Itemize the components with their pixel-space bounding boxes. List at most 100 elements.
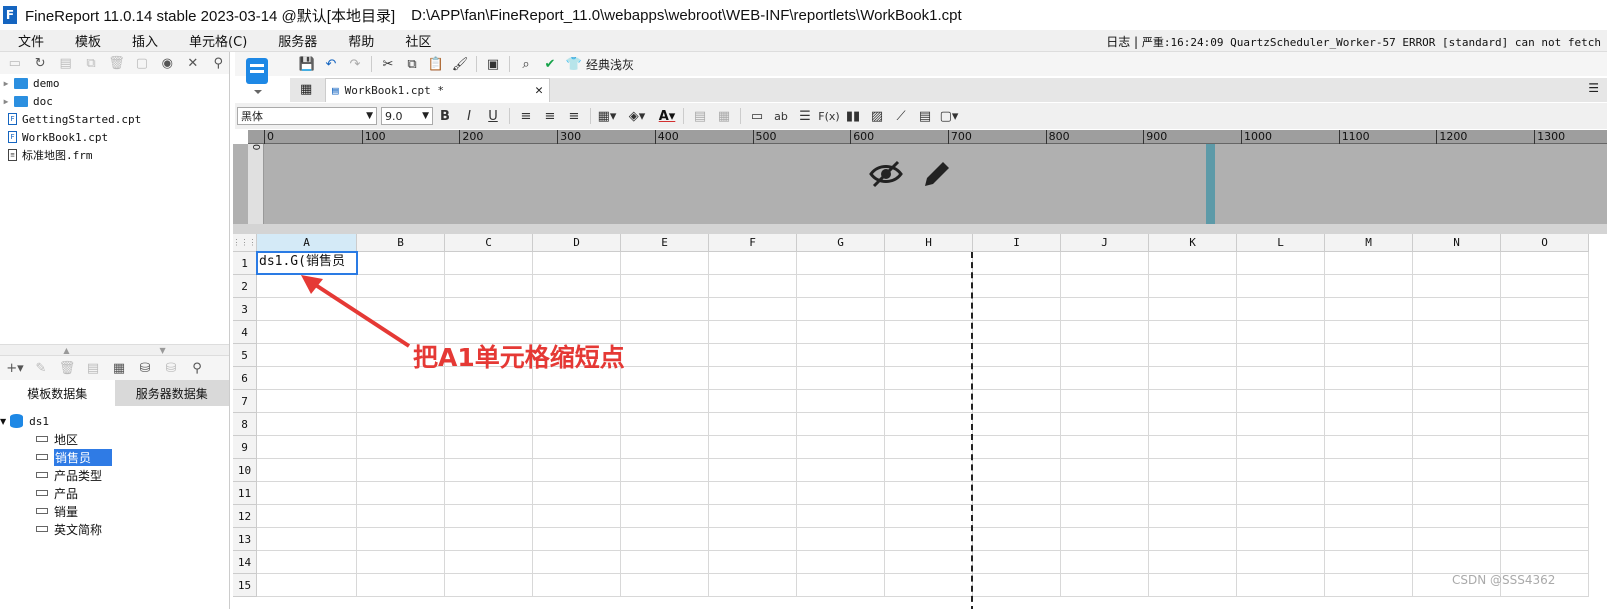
- cell-D1[interactable]: [533, 252, 621, 275]
- cell-E6[interactable]: [621, 367, 709, 390]
- cell-K15[interactable]: [1149, 574, 1237, 597]
- cell-E8[interactable]: [621, 413, 709, 436]
- cell-F1[interactable]: [709, 252, 797, 275]
- splitter[interactable]: ▲ ▼: [0, 344, 229, 356]
- cell-H4[interactable]: [885, 321, 973, 344]
- cell-K11[interactable]: [1149, 482, 1237, 505]
- menu-server[interactable]: 服务器: [260, 31, 330, 50]
- row-header-10[interactable]: 10: [233, 459, 257, 482]
- row-header-6[interactable]: 6: [233, 367, 257, 390]
- cell-J6[interactable]: [1061, 367, 1149, 390]
- cell-E9[interactable]: [621, 436, 709, 459]
- cell-G2[interactable]: [797, 275, 885, 298]
- merge-icon[interactable]: ▤: [688, 106, 712, 126]
- cell-H10[interactable]: [885, 459, 973, 482]
- cell-C12[interactable]: [445, 505, 533, 528]
- cell-H8[interactable]: [885, 413, 973, 436]
- column-header-E[interactable]: E: [621, 234, 709, 252]
- cell-G15[interactable]: [797, 574, 885, 597]
- font-family-select[interactable]: 黑体 ▼: [237, 107, 377, 125]
- italic-icon[interactable]: I: [457, 106, 481, 126]
- cell-G10[interactable]: [797, 459, 885, 482]
- new-template-icon[interactable]: [240, 54, 276, 98]
- cell-C11[interactable]: [445, 482, 533, 505]
- cell-E1[interactable]: [621, 252, 709, 275]
- save-icon[interactable]: 💾: [295, 54, 319, 74]
- row-header-8[interactable]: 8: [233, 413, 257, 436]
- cell-N3[interactable]: [1413, 298, 1501, 321]
- cell-H13[interactable]: [885, 528, 973, 551]
- cell-H2[interactable]: [885, 275, 973, 298]
- rename-icon[interactable]: ▢: [131, 53, 152, 73]
- cell-G5[interactable]: [797, 344, 885, 367]
- cell-D7[interactable]: [533, 390, 621, 413]
- new-folder-icon[interactable]: ▭: [4, 53, 25, 73]
- align-right-icon[interactable]: ≡: [562, 106, 586, 126]
- params-icon[interactable]: ▦: [108, 358, 130, 378]
- cell-I13[interactable]: [973, 528, 1061, 551]
- cell-M14[interactable]: [1325, 551, 1413, 574]
- cell-K8[interactable]: [1149, 413, 1237, 436]
- cell-E5[interactable]: [621, 344, 709, 367]
- cell-I8[interactable]: [973, 413, 1061, 436]
- fill-color-icon[interactable]: ◈▾: [625, 106, 649, 126]
- cell-F12[interactable]: [709, 505, 797, 528]
- expand-icon[interactable]: ▶: [0, 79, 12, 88]
- search-icon[interactable]: ⚲: [186, 358, 208, 378]
- cell-E14[interactable]: [621, 551, 709, 574]
- cell-H7[interactable]: [885, 390, 973, 413]
- cell-F13[interactable]: [709, 528, 797, 551]
- undo-icon[interactable]: ↶: [319, 54, 343, 74]
- cell-N5[interactable]: [1413, 344, 1501, 367]
- cell-N6[interactable]: [1413, 367, 1501, 390]
- cell-O8[interactable]: [1501, 413, 1589, 436]
- cell-H15[interactable]: [885, 574, 973, 597]
- menu-help[interactable]: 帮助: [330, 31, 387, 50]
- cell-L6[interactable]: [1237, 367, 1325, 390]
- cell-M1[interactable]: [1325, 252, 1413, 275]
- more-icon[interactable]: ▢▾: [937, 106, 961, 126]
- copy-icon[interactable]: ⧉: [400, 54, 424, 74]
- cell-G8[interactable]: [797, 413, 885, 436]
- tree-item-workbook1[interactable]: F WorkBook1.cpt: [0, 128, 229, 146]
- cell-H3[interactable]: [885, 298, 973, 321]
- cell-L8[interactable]: [1237, 413, 1325, 436]
- dataset-item-ds1[interactable]: ▼ ds1: [0, 412, 229, 430]
- cell-F7[interactable]: [709, 390, 797, 413]
- cell-N14[interactable]: [1413, 551, 1501, 574]
- image-icon[interactable]: ▨: [865, 106, 889, 126]
- cell-L11[interactable]: [1237, 482, 1325, 505]
- menu-file[interactable]: 文件: [0, 31, 57, 50]
- cell-E4[interactable]: [621, 321, 709, 344]
- cell-F10[interactable]: [709, 459, 797, 482]
- cell-L10[interactable]: [1237, 459, 1325, 482]
- cell-K5[interactable]: [1149, 344, 1237, 367]
- column-header-N[interactable]: N: [1413, 234, 1501, 252]
- cell-F5[interactable]: [709, 344, 797, 367]
- search-replace-icon[interactable]: ⌕: [514, 54, 538, 74]
- cell-K1[interactable]: [1149, 252, 1237, 275]
- cell-O2[interactable]: [1501, 275, 1589, 298]
- column-header-F[interactable]: F: [709, 234, 797, 252]
- cell-L15[interactable]: [1237, 574, 1325, 597]
- cell-E2[interactable]: [621, 275, 709, 298]
- cell-D15[interactable]: [533, 574, 621, 597]
- cell-J1[interactable]: [1061, 252, 1149, 275]
- cell-M7[interactable]: [1325, 390, 1413, 413]
- cell-C14[interactable]: [445, 551, 533, 574]
- cell-G1[interactable]: [797, 252, 885, 275]
- cell-N7[interactable]: [1413, 390, 1501, 413]
- shirt-icon[interactable]: 👕: [562, 54, 586, 74]
- cell-I10[interactable]: [973, 459, 1061, 482]
- cell-F2[interactable]: [709, 275, 797, 298]
- column-header-H[interactable]: H: [885, 234, 973, 252]
- cell-E15[interactable]: [621, 574, 709, 597]
- column-header-B[interactable]: B: [357, 234, 445, 252]
- cell-G11[interactable]: [797, 482, 885, 505]
- cell-F4[interactable]: [709, 321, 797, 344]
- row-header-9[interactable]: 9: [233, 436, 257, 459]
- column-header-O[interactable]: O: [1501, 234, 1589, 252]
- cell-I11[interactable]: [973, 482, 1061, 505]
- delete-icon[interactable]: 🗑: [56, 358, 78, 378]
- cell-K3[interactable]: [1149, 298, 1237, 321]
